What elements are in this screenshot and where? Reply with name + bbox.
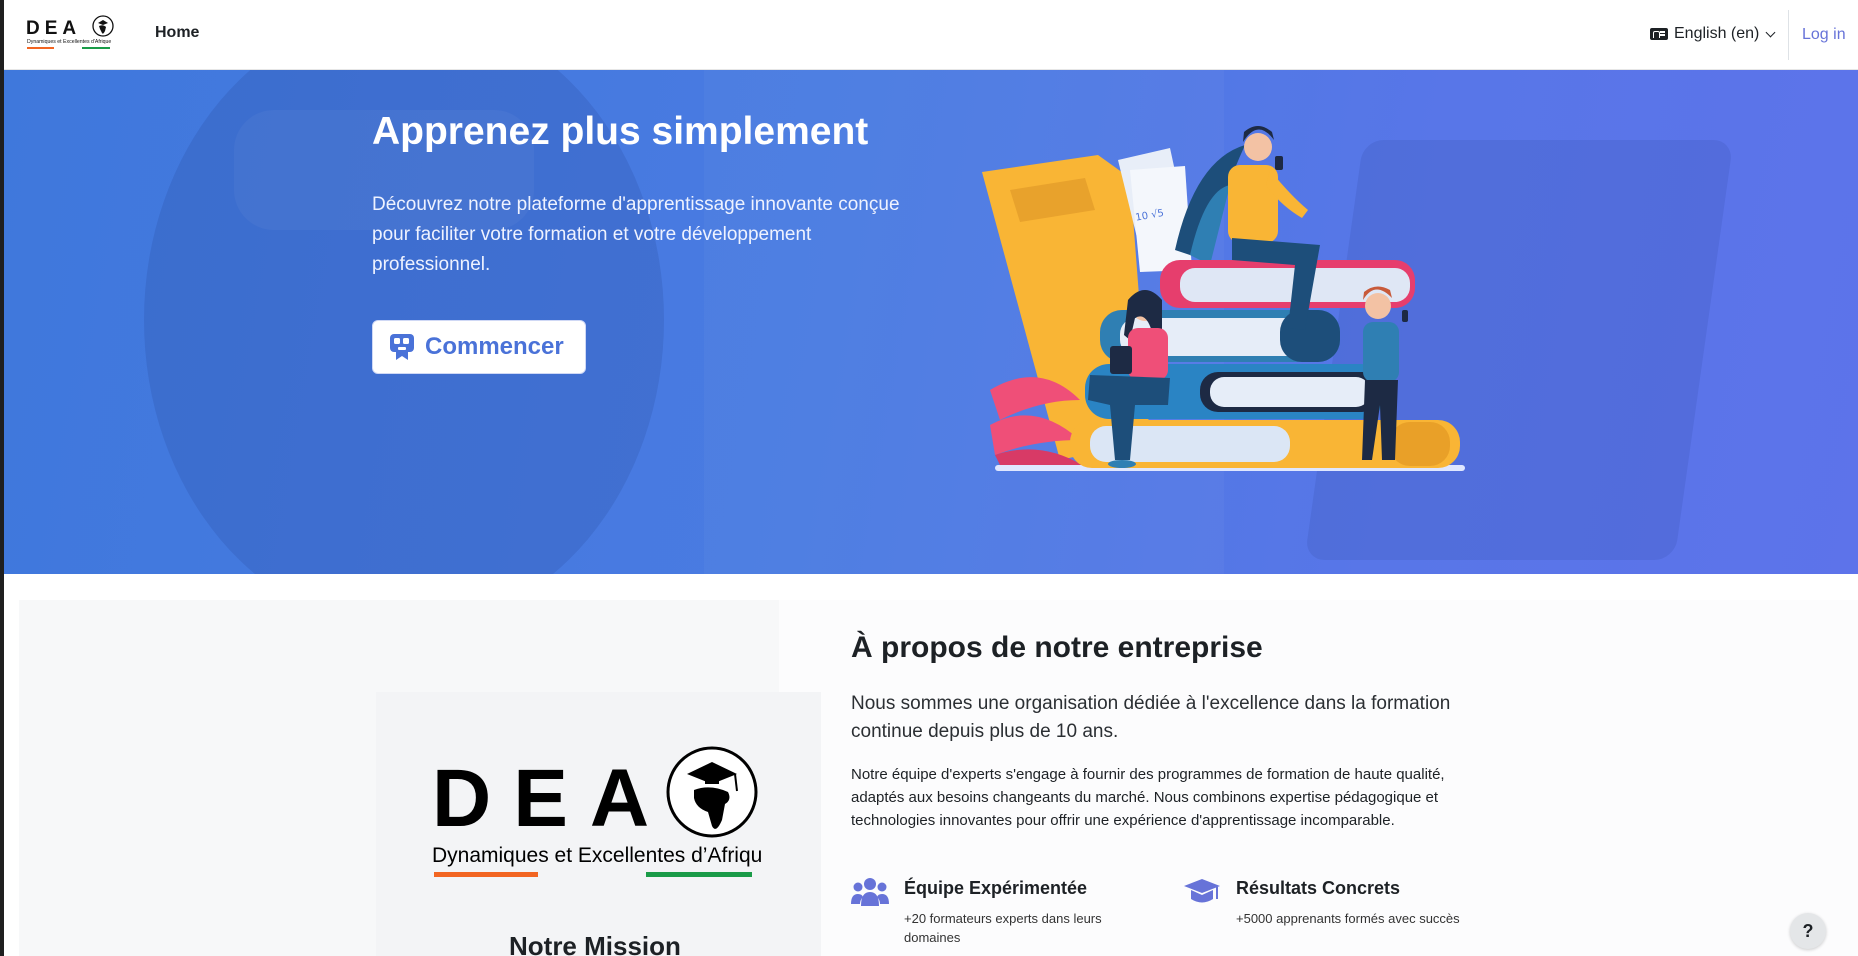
feature-team-text: +20 formateurs experts dans leurs domain… [904,911,1102,945]
logo-letters: DEA [26,18,81,39]
language-label: English (en) [1674,25,1760,42]
graduation-cap-icon [1184,879,1220,903]
big-logo-letters: DEA [432,753,671,844]
about-lead: Nous sommes une organisation dédiée à l'… [851,693,1451,742]
users-icon [851,878,889,906]
login-link[interactable]: Log in [1802,26,1846,44]
company-logo: DEA Dynamiques et Excellentes d’Afrique [432,746,762,877]
feature-team-title: Équipe Expérimentée [904,878,1088,898]
hero-banner [4,70,1858,574]
navbar-divider [1788,10,1789,60]
top-navbar: DEA Dynamiques et Excellentes d'Afrique … [4,0,1858,70]
help-button[interactable]: ? [1790,913,1826,949]
about-body: Notre équipe d'experts s'engage à fourni… [851,766,1445,829]
hero-title: Apprenez plus simplement [372,110,869,153]
chevron-down-icon [1765,27,1776,37]
big-logo-tagline: Dynamiques et Excellentes d’Afrique [432,844,762,867]
course-icon [390,334,414,360]
start-button-label: Commencer [425,333,564,360]
start-button[interactable]: Commencer [372,320,586,374]
hero-description: Découvrez notre plateforme d'apprentissa… [372,194,900,275]
logo-tagline: Dynamiques et Excellentes d'Afrique [27,39,111,45]
language-selector[interactable]: English (en) [1650,25,1776,43]
mission-title: Notre Mission [509,931,681,956]
site-logo[interactable]: DEA Dynamiques et Excellentes d'Afrique [26,14,118,54]
language-icon [1650,28,1668,40]
about-title: À propos de notre entreprise [851,631,1263,664]
nav-home-link[interactable]: Home [155,24,199,42]
feature-results-text: +5000 apprenants formés avec succès [1236,911,1460,926]
feature-results-title: Résultats Concrets [1236,878,1401,898]
hero-illustration: 10 √5 [982,126,1465,471]
